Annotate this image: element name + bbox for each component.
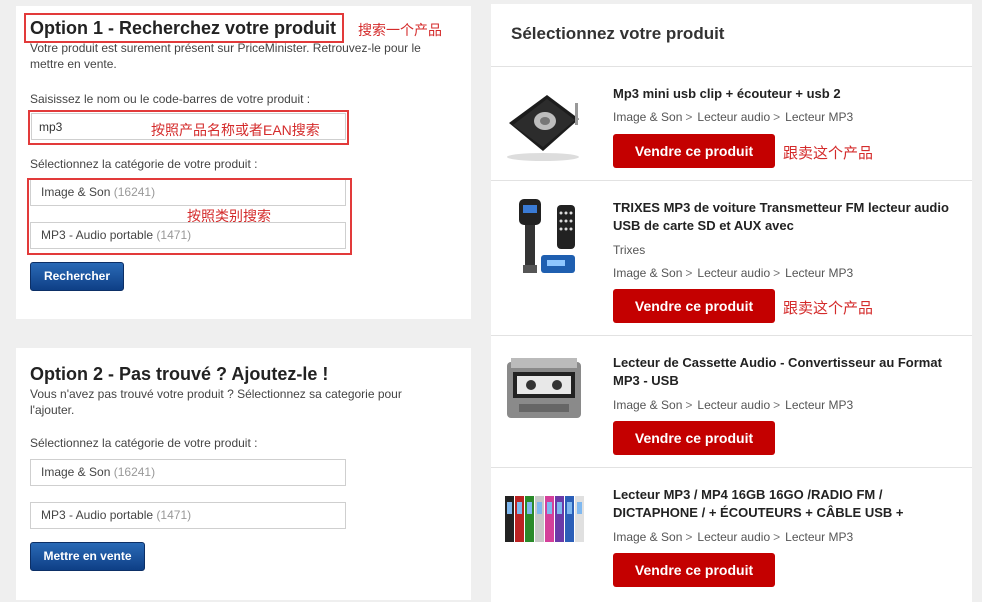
- result-breadcrumb: Image & Son > Lecteur audio > Lecteur MP3: [613, 266, 854, 280]
- breadcrumb-item[interactable]: Image & Son: [613, 110, 682, 124]
- result-title[interactable]: Lecteur MP3 / MP4 16GB 16GO /RADIO FM / …: [613, 486, 958, 522]
- sell-product-button[interactable]: Vendre ce produit: [613, 289, 775, 323]
- breadcrumb-item[interactable]: Lecteur audio: [697, 266, 770, 280]
- category-label: Sélectionnez la catégorie de votre produ…: [30, 157, 258, 171]
- results-panel: Sélectionnez votre produit Mp3 mini usb …: [491, 4, 972, 602]
- annotation-by-name-ean: 按照产品名称或者EAN搜索: [151, 122, 320, 138]
- annotation-follow-sell: 跟卖这个产品: [783, 300, 874, 317]
- breadcrumb-item[interactable]: Image & Son: [613, 398, 682, 412]
- sell-product-button[interactable]: Vendre ce produit: [613, 553, 775, 587]
- result-brand: Trixes: [613, 243, 646, 257]
- option2-description: Vous n'avez pas trouvé votre produit ? S…: [30, 387, 402, 417]
- result-item: Lecteur MP3 / MP4 16GB 16GO /RADIO FM / …: [491, 468, 972, 602]
- product-image-fm-transmitter: [519, 199, 575, 273]
- search-button[interactable]: Rechercher: [30, 262, 124, 291]
- result-breadcrumb: Image & Son > Lecteur audio > Lecteur MP3: [613, 530, 854, 544]
- annotation-box-title: [24, 13, 344, 43]
- breadcrumb-item[interactable]: Image & Son: [613, 266, 682, 280]
- option2-category-select-2[interactable]: MP3 - Audio portable (1471): [30, 502, 346, 529]
- product-image-mp3-clip: [507, 95, 579, 161]
- breadcrumb-item[interactable]: Lecteur MP3: [785, 110, 853, 124]
- result-title[interactable]: TRIXES MP3 de voiture Transmetteur FM le…: [613, 199, 958, 235]
- result-item: Mp3 mini usb clip + écouteur + usb 2 Ima…: [491, 67, 972, 180]
- option2-category-select-1-name: Image & Son: [41, 465, 111, 479]
- product-image-cassette-player: [507, 358, 581, 418]
- product-image-mp4-players: [505, 496, 584, 542]
- breadcrumb-item[interactable]: Lecteur MP3: [785, 266, 853, 280]
- option2-category-select-2-name: MP3 - Audio portable: [41, 508, 154, 522]
- option2-category-select-2-count: (1471): [156, 508, 192, 522]
- breadcrumb-item[interactable]: Lecteur audio: [697, 110, 770, 124]
- option2-category-select-1-count: (16241): [113, 465, 156, 479]
- results-title: Sélectionnez votre produit: [511, 24, 725, 43]
- sell-product-button[interactable]: Vendre ce produit: [613, 421, 775, 455]
- result-title[interactable]: Lecteur de Cassette Audio - Convertisseu…: [613, 354, 958, 390]
- breadcrumb-item[interactable]: Lecteur MP3: [785, 398, 853, 412]
- option2-title: Option 2 - Pas trouvé ? Ajoutez-le !: [30, 364, 329, 384]
- breadcrumb-item[interactable]: Lecteur MP3: [785, 530, 853, 544]
- sell-product-button[interactable]: Vendre ce produit: [613, 134, 775, 168]
- annotation-follow-sell: 跟卖这个产品: [783, 145, 874, 162]
- result-item: Lecteur de Cassette Audio - Convertisseu…: [491, 336, 972, 467]
- annotation-search-product: 搜索一个产品: [358, 22, 442, 38]
- result-item: TRIXES MP3 de voiture Transmetteur FM le…: [491, 181, 972, 335]
- option2-panel: Option 2 - Pas trouvé ? Ajoutez-le ! Vou…: [16, 348, 471, 600]
- search-label: Saisissez le nom ou le code-barres de vo…: [30, 92, 311, 106]
- result-breadcrumb: Image & Son > Lecteur audio > Lecteur MP3: [613, 110, 854, 124]
- option2-category-label: Sélectionnez la catégorie de votre produ…: [30, 436, 258, 450]
- option1-panel: Option 1 - Recherchez votre produit Votr…: [16, 6, 471, 319]
- breadcrumb-item[interactable]: Lecteur audio: [697, 398, 770, 412]
- result-title[interactable]: Mp3 mini usb clip + écouteur + usb 2: [613, 85, 958, 103]
- sell-new-button[interactable]: Mettre en vente: [30, 542, 145, 571]
- option1-description: Votre produit est surement présent sur P…: [30, 41, 421, 71]
- breadcrumb-item[interactable]: Image & Son: [613, 530, 682, 544]
- result-breadcrumb: Image & Son > Lecteur audio > Lecteur MP3: [613, 398, 854, 412]
- breadcrumb-item[interactable]: Lecteur audio: [697, 530, 770, 544]
- option2-category-select-1[interactable]: Image & Son (16241): [30, 459, 346, 486]
- annotation-by-category: 按照类别搜索: [187, 208, 271, 224]
